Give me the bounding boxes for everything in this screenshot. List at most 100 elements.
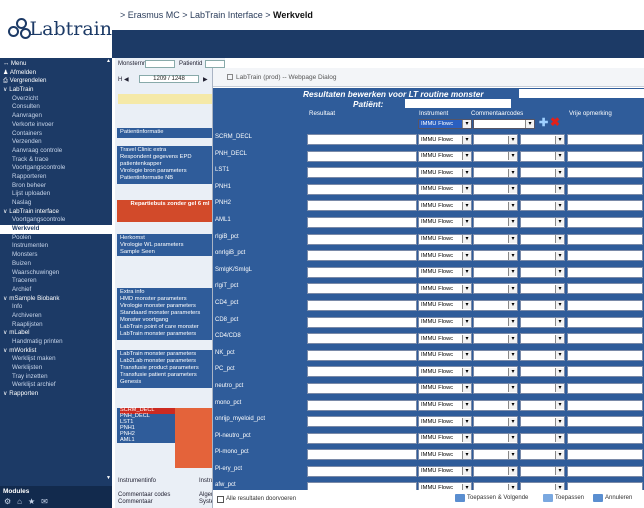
- comment-select-2[interactable]: ▾: [520, 316, 565, 328]
- comment-select-1[interactable]: ▾: [473, 449, 518, 461]
- sidebar-item[interactable]: Rapporteren: [0, 173, 112, 182]
- sidebar-item[interactable]: Werklijst archief: [0, 381, 112, 390]
- info-line[interactable]: Transfusie product parameters: [120, 365, 220, 372]
- apply-all-checkbox[interactable]: [217, 496, 224, 503]
- instrument-select[interactable]: IMMU Flowc ▾: [418, 167, 472, 179]
- sidebar-item[interactable]: Buizen: [0, 260, 112, 269]
- result-input[interactable]: [307, 449, 417, 461]
- result-input[interactable]: [307, 250, 417, 262]
- free-comment-input[interactable]: [567, 349, 643, 361]
- comment-select-1[interactable]: ▾: [473, 382, 518, 394]
- info-line[interactable]: Respondent gegevens EPD: [120, 154, 220, 161]
- cancel-button[interactable]: Annuleren: [593, 494, 632, 502]
- free-comment-input[interactable]: [567, 250, 643, 262]
- sidebar-item[interactable]: Info: [0, 303, 112, 312]
- sidebar-item[interactable]: Aanvraag controle: [0, 147, 112, 156]
- sidebar-item[interactable]: Werklijsten: [0, 364, 112, 373]
- sidebar-item[interactable]: ♟ Afmelden: [0, 69, 112, 78]
- comment-select-1[interactable]: ▾: [473, 299, 518, 311]
- comment-select-2[interactable]: ▾: [520, 399, 565, 411]
- comment-select-1[interactable]: ▾: [473, 366, 518, 378]
- free-comment-input[interactable]: [567, 200, 643, 212]
- free-comment-input[interactable]: [567, 299, 643, 311]
- info-line[interactable]: HMD monster parameters: [120, 296, 220, 303]
- info-line[interactable]: LabTrain monster parameters: [120, 331, 220, 338]
- result-input[interactable]: [307, 465, 417, 477]
- sidebar-item[interactable]: Naslag: [0, 199, 112, 208]
- sidebar-item[interactable]: Werkveld: [0, 225, 112, 234]
- info-line[interactable]: Virologie WL parameters: [120, 242, 220, 249]
- sidebar-item[interactable]: Traceren: [0, 277, 112, 286]
- sidebar-item[interactable]: Poolen: [0, 234, 112, 243]
- comment-select-2[interactable]: ▾: [520, 183, 565, 195]
- result-input[interactable]: [307, 183, 417, 195]
- info-line[interactable]: Standaard monster parameters: [120, 310, 220, 317]
- comment-select-2[interactable]: ▾: [520, 333, 565, 345]
- info-line[interactable]: Travel Clinic extra: [120, 147, 220, 154]
- instrument-select[interactable]: IMMU Flowc ▾: [418, 333, 472, 345]
- instrument-select[interactable]: IMMU Flowc ▾: [418, 250, 472, 262]
- free-comment-input[interactable]: [567, 266, 643, 278]
- patientid-input[interactable]: [205, 60, 225, 68]
- apply-next-button[interactable]: Toepassen & Volgende: [455, 494, 528, 502]
- comment-select-1[interactable]: ▾: [473, 432, 518, 444]
- sidebar-item[interactable]: ∨ mWorklist: [0, 347, 112, 356]
- sidebar-item[interactable]: Raaplijsten: [0, 321, 112, 330]
- instrument-select[interactable]: IMMU Flowc ▾: [418, 399, 472, 411]
- breadcrumb-path[interactable]: > Erasmus MC > LabTrain Interface >: [120, 10, 273, 20]
- result-input[interactable]: [307, 333, 417, 345]
- comment-select-2[interactable]: ▾: [520, 134, 565, 145]
- comment-select-1[interactable]: ▾: [473, 349, 518, 361]
- sidebar-item[interactable]: ↔ Menu: [0, 60, 112, 69]
- comment-select-1[interactable]: ▾: [473, 482, 518, 490]
- free-comment-input[interactable]: [567, 183, 643, 195]
- free-comment-input[interactable]: [567, 449, 643, 461]
- result-input[interactable]: [307, 150, 417, 162]
- sidebar-item[interactable]: Consulten: [0, 103, 112, 112]
- sidebar-item[interactable]: Waarschuwingen: [0, 269, 112, 278]
- instrument-select[interactable]: IMMU Flowc ▾: [418, 266, 472, 278]
- sidebar-item[interactable]: Bron beheer: [0, 182, 112, 191]
- info-line[interactable]: Lab2Lab monster parameters: [120, 358, 220, 365]
- sidebar-item[interactable]: Instrumenten: [0, 242, 112, 251]
- sidebar-item[interactable]: ∨ LabTrain: [0, 86, 112, 95]
- result-input[interactable]: [307, 167, 417, 179]
- toolbar-icons[interactable]: [118, 94, 218, 104]
- instrument-select[interactable]: IMMU Flowc ▾: [418, 416, 472, 428]
- info-line[interactable]: Sample Seen: [120, 249, 220, 256]
- sidebar-item[interactable]: ∨ Rapporten: [0, 390, 112, 399]
- comment-select-2[interactable]: ▾: [520, 299, 565, 311]
- free-comment-input[interactable]: [567, 432, 643, 444]
- delete-icon[interactable]: ✖: [550, 116, 562, 128]
- comment-select-1[interactable]: ▾: [473, 216, 518, 228]
- comment-select-1[interactable]: ▾: [473, 266, 518, 278]
- comment-select-1[interactable]: ▾: [473, 316, 518, 328]
- free-comment-input[interactable]: [567, 283, 643, 295]
- comment-select-2[interactable]: ▾: [520, 482, 565, 490]
- comment-select-2[interactable]: ▾: [520, 465, 565, 477]
- comment-select-2[interactable]: ▾: [520, 266, 565, 278]
- comment-select-1[interactable]: ▾: [473, 250, 518, 262]
- module-icons[interactable]: ⚙⌂★✉: [0, 497, 112, 506]
- free-comment-input[interactable]: [567, 382, 643, 394]
- instrument-select[interactable]: IMMU Flowc ▾: [418, 449, 472, 461]
- comment-select-2[interactable]: ▾: [520, 200, 565, 212]
- sidebar-item[interactable]: ∨ mLabel: [0, 329, 112, 338]
- result-input[interactable]: [307, 416, 417, 428]
- record-nav-prev[interactable]: H ◀: [118, 76, 129, 83]
- sidebar-item[interactable]: Monsters: [0, 251, 112, 260]
- info-line[interactable]: Transfusie patient parameters: [120, 372, 220, 379]
- apply-button[interactable]: Toepassen: [543, 494, 584, 502]
- header-comment-select[interactable]: ▾: [473, 119, 535, 129]
- add-icon[interactable]: ✚: [539, 118, 549, 129]
- sidebar-item[interactable]: ∨ LabTrain interface: [0, 208, 112, 217]
- comment-select-1[interactable]: ▾: [473, 134, 518, 145]
- free-comment-input[interactable]: [567, 316, 643, 328]
- sidebar-item[interactable]: Track & trace: [0, 156, 112, 165]
- sidebar-item[interactable]: ⎙ Vergrendelen: [0, 77, 112, 86]
- comment-select-1[interactable]: ▾: [473, 416, 518, 428]
- free-comment-input[interactable]: [567, 366, 643, 378]
- comment-select-2[interactable]: ▾: [520, 150, 565, 162]
- info-line[interactable]: Virologie monster parameters: [120, 303, 220, 310]
- info-line[interactable]: patientenkapper: [120, 161, 220, 168]
